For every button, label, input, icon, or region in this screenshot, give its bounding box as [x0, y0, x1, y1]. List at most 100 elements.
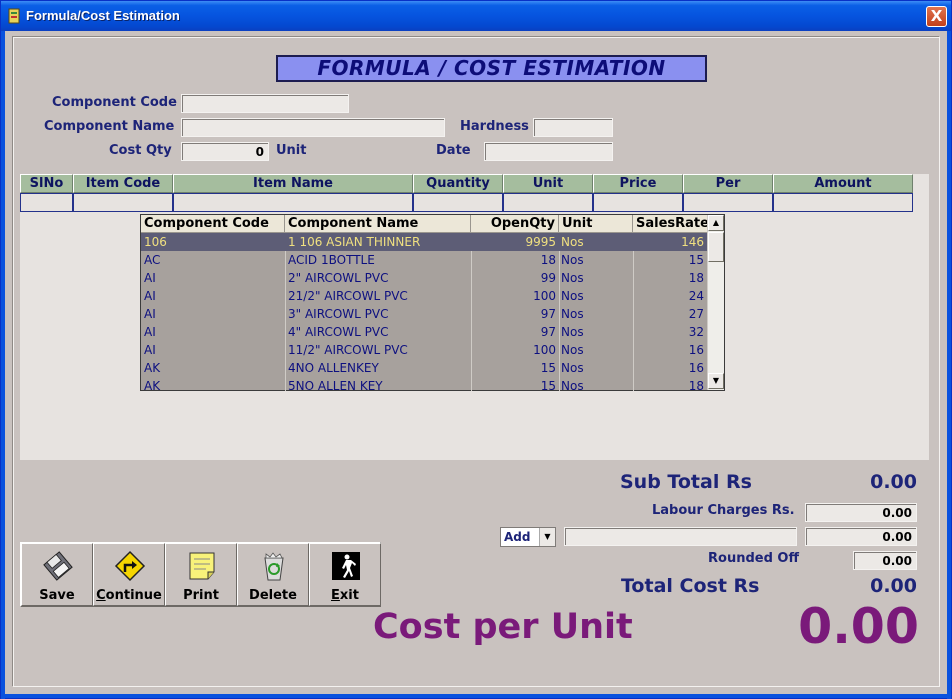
lookup-cell: 4" AIRCOWL PVC: [288, 325, 389, 339]
lookup-cell: 97: [540, 307, 556, 321]
lookup-cell: 18: [688, 379, 704, 393]
lookup-cell: 15: [540, 361, 556, 375]
lookup-cell: 1 106 ASIAN THINNER: [288, 235, 421, 249]
lookup-row[interactable]: AI 3" AIRCOWL PVC 97 Nos 27: [141, 305, 708, 323]
labour-charges-input[interactable]: 0.00: [805, 503, 917, 522]
lookup-cell: Nos: [561, 235, 584, 249]
window-border-left: [1, 31, 5, 699]
grid-header-amount: Amount: [773, 174, 913, 193]
print-label: Print: [183, 588, 219, 603]
rounded-off-input[interactable]: 0.00: [853, 551, 917, 570]
lookup-cell: 21/2" AIRCOWL PVC: [288, 289, 408, 303]
lookup-cell: 16: [688, 361, 704, 375]
lookup-cell: ACID 1BOTTLE: [288, 253, 375, 267]
lookup-cell: Nos: [561, 271, 584, 285]
delete-button[interactable]: Delete: [237, 543, 309, 606]
lookup-cell: 106: [144, 235, 167, 249]
lookup-cell: Nos: [561, 253, 584, 267]
grid-cell-per[interactable]: [683, 193, 773, 212]
save-label: Save: [39, 588, 75, 603]
total-cost-label: Total Cost Rs: [621, 575, 760, 597]
delete-label: Delete: [249, 588, 297, 603]
lookup-row[interactable]: AI 4" AIRCOWL PVC 97 Nos 32: [141, 323, 708, 341]
lookup-header-component-name[interactable]: Component Name: [285, 215, 471, 233]
lookup-header-component-code[interactable]: Component Code: [141, 215, 285, 233]
lookup-cell: AC: [144, 253, 161, 267]
component-lookup-list[interactable]: Component Code Component Name OpenQty Un…: [140, 214, 725, 393]
lookup-cell: 24: [688, 289, 704, 303]
continue-button[interactable]: Continue: [93, 543, 165, 606]
lookup-header-openqty[interactable]: OpenQty: [471, 215, 559, 233]
lookup-row[interactable]: AI 2" AIRCOWL PVC 99 Nos 18: [141, 269, 708, 287]
date-label: Date: [436, 143, 471, 158]
lookup-cell: Nos: [561, 325, 584, 339]
component-name-label: Component Name: [44, 119, 175, 134]
add-amount-input[interactable]: 0.00: [805, 527, 917, 546]
exit-button[interactable]: Exit: [309, 543, 381, 606]
component-code-input[interactable]: [181, 94, 349, 113]
add-less-dropdown[interactable]: Add ▼: [500, 527, 556, 547]
lookup-cell: 32: [688, 325, 704, 339]
recycle-bin-icon: [264, 552, 284, 581]
window-border-bottom: [1, 694, 951, 698]
sub-total-label: Sub Total Rs: [620, 471, 752, 493]
add-less-selected: Add: [504, 530, 531, 544]
grid-cell-slno[interactable]: [20, 193, 73, 212]
add-description-input[interactable]: [564, 527, 797, 546]
lookup-scrollbar[interactable]: ▲ ▼: [707, 215, 724, 390]
lookup-row[interactable]: AI 11/2" AIRCOWL PVC 100 Nos 16: [141, 341, 708, 359]
exit-door-icon: [332, 552, 360, 580]
lookup-row[interactable]: AC ACID 1BOTTLE 18 Nos 15: [141, 251, 708, 269]
print-button[interactable]: Print: [165, 543, 237, 606]
lookup-row[interactable]: 106 1 106 ASIAN THINNER 9995 Nos 146: [141, 233, 708, 251]
scroll-up-icon[interactable]: ▲: [708, 215, 724, 231]
scroll-down-icon[interactable]: ▼: [708, 373, 724, 389]
grid-cell-item-code[interactable]: [73, 193, 173, 212]
hardness-input[interactable]: [533, 118, 613, 137]
lookup-cell: 2" AIRCOWL PVC: [288, 271, 389, 285]
cost-qty-input[interactable]: 0: [181, 142, 269, 161]
exit-label: Exit: [331, 588, 359, 603]
close-button[interactable]: X: [926, 6, 947, 27]
lookup-cell: Nos: [561, 379, 584, 393]
chevron-down-icon[interactable]: ▼: [539, 528, 555, 546]
lookup-cell: 9995: [525, 235, 556, 249]
form-heading: FORMULA / COST ESTIMATION: [276, 55, 707, 82]
grid-header-slno: SlNo: [20, 174, 73, 193]
window-title: Formula/Cost Estimation: [26, 8, 180, 23]
floppy-disk-icon: [43, 551, 73, 581]
lookup-row[interactable]: AK 5NO ALLEN KEY 15 Nos 18: [141, 377, 708, 395]
window-border-right: [947, 31, 951, 699]
lookup-cell: 97: [540, 325, 556, 339]
lookup-cell: AI: [144, 289, 156, 303]
grid-cell-unit[interactable]: [503, 193, 593, 212]
lookup-header-unit[interactable]: Unit: [559, 215, 633, 233]
grid-cell-quantity[interactable]: [413, 193, 503, 212]
continue-label: Continue: [96, 588, 162, 603]
lookup-header-salesrate[interactable]: SalesRate: [633, 215, 708, 233]
grid-header-price: Price: [593, 174, 683, 193]
action-toolbar: Save Continue Print Delete Exit: [20, 542, 381, 607]
lookup-cell: 146: [681, 235, 704, 249]
lookup-row[interactable]: AI 21/2" AIRCOWL PVC 100 Nos 24: [141, 287, 708, 305]
title-bar[interactable]: Formula/Cost Estimation X: [1, 1, 951, 31]
cost-per-unit-value: 0.00: [798, 598, 919, 655]
lookup-cell: 3" AIRCOWL PVC: [288, 307, 389, 321]
grid-cell-price[interactable]: [593, 193, 683, 212]
close-icon: X: [930, 7, 943, 25]
main-window: Formula/Cost Estimation X FORMULA / COST…: [0, 0, 952, 699]
save-button[interactable]: Save: [21, 543, 93, 606]
grid-header-item-name: Item Name: [173, 174, 413, 193]
lookup-cell: Nos: [561, 343, 584, 357]
hardness-label: Hardness: [460, 119, 529, 134]
grid-header-per: Per: [683, 174, 773, 193]
date-input[interactable]: [484, 142, 613, 161]
lookup-row[interactable]: AK 4NO ALLENKEY 15 Nos 16: [141, 359, 708, 377]
lookup-cell: Nos: [561, 307, 584, 321]
grid-header-unit: Unit: [503, 174, 593, 193]
scroll-thumb[interactable]: [708, 232, 724, 262]
grid-cell-item-name[interactable]: [173, 193, 413, 212]
component-name-input[interactable]: [181, 118, 445, 137]
grid-cell-amount[interactable]: [773, 193, 913, 212]
turn-right-sign-icon: [114, 550, 146, 582]
